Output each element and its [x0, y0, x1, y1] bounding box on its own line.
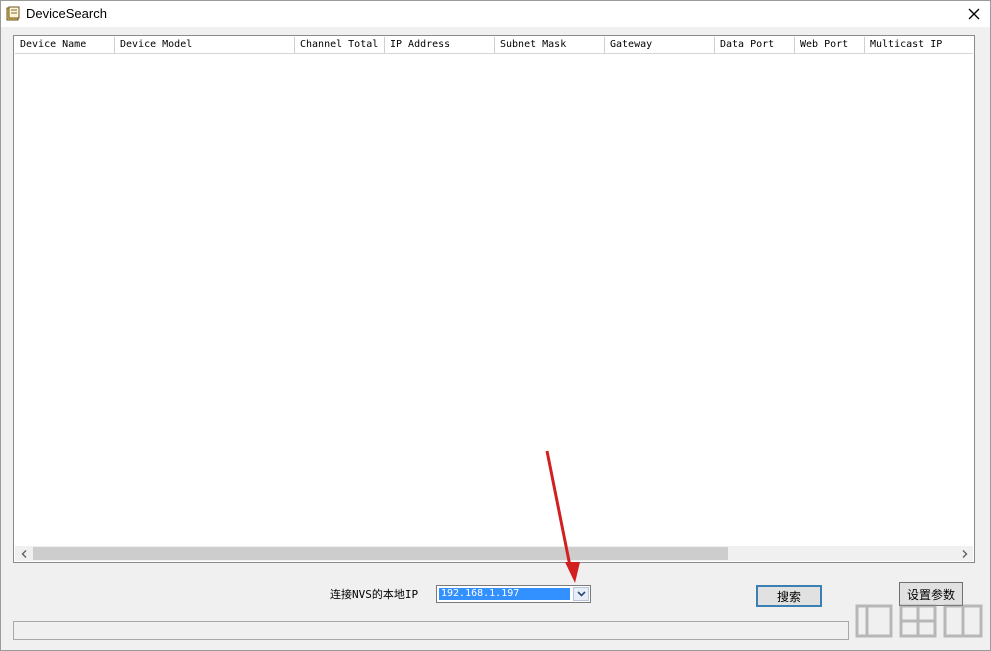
column-subnet-mask[interactable]: Subnet Mask: [495, 37, 605, 53]
local-ip-value: 192.168.1.197: [439, 588, 570, 600]
device-search-window: DeviceSearch Device Name Device Model Ch…: [0, 0, 991, 651]
column-device-name[interactable]: Device Name: [15, 37, 115, 53]
local-ip-select[interactable]: 192.168.1.197: [436, 585, 591, 603]
folder-book-icon: [6, 6, 20, 21]
scroll-thumb[interactable]: [33, 547, 728, 560]
device-list-header: Device Name Device Model Channel Total I…: [15, 37, 973, 54]
scroll-right-button[interactable]: [956, 546, 973, 561]
column-data-port[interactable]: Data Port: [715, 37, 795, 53]
device-list[interactable]: Device Name Device Model Channel Total I…: [13, 35, 975, 563]
title-bar: DeviceSearch: [1, 1, 990, 27]
dropdown-button[interactable]: [573, 587, 589, 601]
column-gateway[interactable]: Gateway: [605, 37, 715, 53]
column-ip-address[interactable]: IP Address: [385, 37, 495, 53]
search-button[interactable]: 搜索: [756, 585, 822, 607]
window-title: DeviceSearch: [26, 6, 107, 21]
scroll-left-button[interactable]: [15, 546, 32, 561]
watermark-logo: [855, 604, 983, 638]
close-icon: [968, 8, 980, 20]
local-ip-label: 连接NVS的本地IP: [330, 588, 419, 601]
chevron-down-icon: [576, 591, 586, 597]
column-device-model[interactable]: Device Model: [115, 37, 295, 53]
horizontal-scrollbar[interactable]: [15, 546, 973, 561]
chevron-right-icon: [962, 549, 967, 558]
chevron-left-icon: [21, 549, 26, 558]
column-channel-total[interactable]: Channel Total: [295, 37, 385, 53]
column-web-port[interactable]: Web Port: [795, 37, 865, 53]
column-multicast-ip[interactable]: Multicast IP: [865, 37, 974, 53]
close-button[interactable]: [958, 1, 990, 27]
status-bar: [13, 621, 849, 640]
